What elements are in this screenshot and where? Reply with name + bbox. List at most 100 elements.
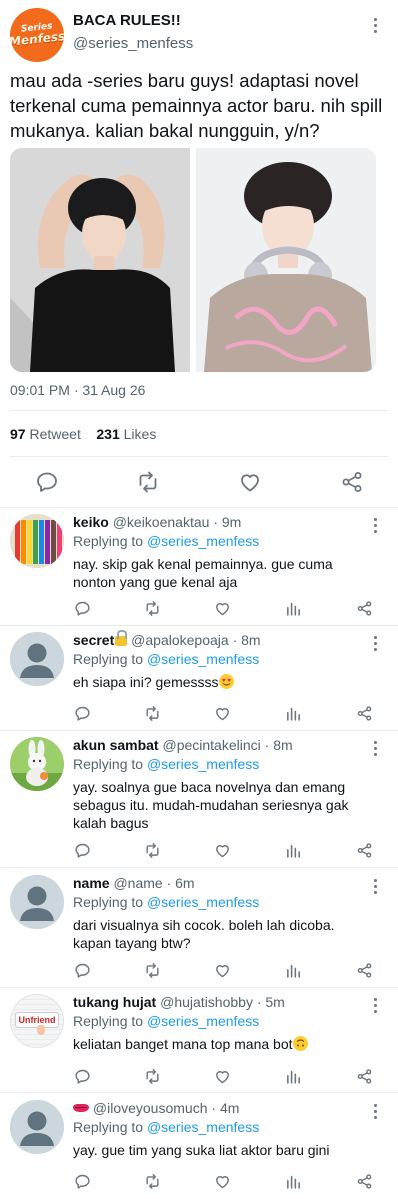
reply-tweet[interactable]: keiko @keikoenaktau · 9m Replying to @se…: [0, 508, 398, 626]
mention-link[interactable]: @series_menfess: [147, 533, 259, 549]
like-icon[interactable]: [214, 600, 231, 617]
share-icon[interactable]: [356, 600, 373, 617]
reply-author-handle[interactable]: @apalokepoaja: [131, 632, 229, 648]
retweet-icon[interactable]: [144, 842, 161, 859]
reply-author-handle[interactable]: @keikoenaktau: [113, 514, 210, 530]
like-icon[interactable]: [214, 1173, 231, 1190]
analytics-icon[interactable]: [285, 1173, 302, 1190]
reply-tweet[interactable]: akun sambat @pecintakelinci · 8m Replyin…: [0, 731, 398, 868]
share-icon[interactable]: [356, 962, 373, 979]
mention-link[interactable]: @series_menfess: [147, 651, 259, 667]
reply-icon[interactable]: [74, 705, 91, 722]
retweet-icon[interactable]: [144, 962, 161, 979]
reply-icon[interactable]: [35, 470, 59, 494]
reply-author-name[interactable]: keiko: [73, 514, 109, 530]
replying-to: Replying to @series_menfess: [73, 651, 259, 667]
replying-to-label: Replying to: [73, 651, 144, 667]
reply-tweet[interactable]: name @name · 6m Replying to @series_menf…: [0, 869, 398, 988]
avatar[interactable]: [10, 1100, 64, 1154]
reply-author-handle[interactable]: @hujatishobby: [160, 994, 253, 1010]
reply-icon[interactable]: [74, 1068, 91, 1085]
reply-author-name[interactable]: secret: [73, 632, 114, 648]
more-options-icon[interactable]: [366, 877, 384, 895]
mention-link[interactable]: @series_menfess: [147, 756, 259, 772]
analytics-icon[interactable]: [285, 600, 302, 617]
share-icon[interactable]: [340, 470, 364, 494]
share-icon[interactable]: [356, 1173, 373, 1190]
reply-author-name[interactable]: akun sambat: [73, 737, 159, 753]
reply-author-handle[interactable]: @pecintakelinci: [162, 737, 260, 753]
retweet-icon[interactable]: [144, 705, 161, 722]
avatar[interactable]: [10, 875, 64, 929]
replying-to-label: Replying to: [73, 756, 144, 772]
reply-author-handle[interactable]: @iloveyousomuch: [93, 1100, 208, 1116]
avatar[interactable]: [10, 632, 64, 686]
colored-pencils-image: [10, 514, 64, 568]
reply-icon[interactable]: [74, 842, 91, 859]
like-icon[interactable]: [238, 470, 262, 494]
replying-to: Replying to @series_menfess: [73, 894, 259, 910]
analytics-icon[interactable]: [285, 1068, 302, 1085]
mention-link[interactable]: @series_menfess: [147, 894, 259, 910]
share-icon[interactable]: [356, 842, 373, 859]
reply-author-name[interactable]: name: [73, 875, 110, 891]
like-icon[interactable]: [214, 842, 231, 859]
avatar-logo-line2: Menfess: [10, 29, 64, 49]
photo-left[interactable]: [10, 148, 190, 372]
more-options-icon[interactable]: [366, 1102, 384, 1120]
reply-icon[interactable]: [74, 1173, 91, 1190]
reply-header: tukang hujat @hujatishobby · 5m: [73, 994, 285, 1010]
mention-link[interactable]: @series_menfess: [147, 1013, 259, 1029]
retweet-icon[interactable]: [136, 470, 160, 494]
reply-icon[interactable]: [74, 600, 91, 617]
reply-time: · 8m: [264, 737, 293, 753]
reply-time: · 8m: [232, 632, 261, 648]
share-icon[interactable]: [356, 705, 373, 722]
reply-tweet[interactable]: @iloveyousomuch · 4m Replying to @series…: [0, 1094, 398, 1199]
reply-author-handle[interactable]: @name: [113, 875, 162, 891]
avatar[interactable]: Series Menfess: [10, 8, 64, 62]
avatar[interactable]: [10, 514, 64, 568]
reply-author-name[interactable]: tukang hujat: [73, 994, 156, 1010]
tweet-media[interactable]: [10, 148, 376, 372]
default-person-icon: [10, 632, 64, 686]
analytics-icon[interactable]: [285, 842, 302, 859]
reply-text: yay. soalnya gue baca novelnya dan emang…: [73, 779, 349, 831]
mention-link[interactable]: @series_menfess: [147, 1119, 259, 1135]
reply-text: yay. gue tim yang suka liat aktor baru g…: [73, 1142, 330, 1158]
retweet-label[interactable]: Retweet: [29, 426, 80, 442]
reply-header: akun sambat @pecintakelinci · 8m: [73, 737, 293, 753]
replying-to: Replying to @series_menfess: [73, 756, 259, 772]
retweet-icon[interactable]: [144, 1173, 161, 1190]
avatar[interactable]: Unfriend: [10, 994, 64, 1048]
likes-count[interactable]: 231: [96, 426, 119, 442]
share-icon[interactable]: [356, 1068, 373, 1085]
avatar[interactable]: [10, 737, 64, 791]
reply-tweet[interactable]: secret @apalokepoaja · 8m Replying to @s…: [0, 626, 398, 731]
more-options-icon[interactable]: [366, 996, 384, 1014]
likes-label[interactable]: Likes: [124, 426, 157, 442]
reply-header: name @name · 6m: [73, 875, 195, 891]
more-options-icon[interactable]: [366, 516, 384, 534]
analytics-icon[interactable]: [285, 705, 302, 722]
more-options-icon[interactable]: [366, 634, 384, 652]
like-icon[interactable]: [214, 705, 231, 722]
retweet-count[interactable]: 97: [10, 426, 26, 442]
like-icon[interactable]: [214, 1068, 231, 1085]
reply-text-wrap: eh siapa ini? gemessss: [73, 673, 373, 691]
author-handle[interactable]: @series_menfess: [73, 35, 193, 52]
reply-icon[interactable]: [74, 962, 91, 979]
photo-right[interactable]: [196, 148, 376, 372]
retweet-icon[interactable]: [144, 600, 161, 617]
more-options-icon[interactable]: [366, 16, 384, 34]
divider: [10, 456, 388, 457]
replying-to-label: Replying to: [73, 1013, 144, 1029]
retweet-icon[interactable]: [144, 1068, 161, 1085]
more-options-icon[interactable]: [366, 739, 384, 757]
tweet-text: mau ada -series baru guys! adaptasi nove…: [10, 70, 383, 141]
author-name[interactable]: BACA RULES!!: [73, 12, 181, 29]
tweet-stats: 97 Retweet 231 Likes: [10, 426, 156, 442]
analytics-icon[interactable]: [285, 962, 302, 979]
like-icon[interactable]: [214, 962, 231, 979]
reply-tweet[interactable]: Unfriend tukang hujat @hujatishobby · 5m…: [0, 988, 398, 1093]
